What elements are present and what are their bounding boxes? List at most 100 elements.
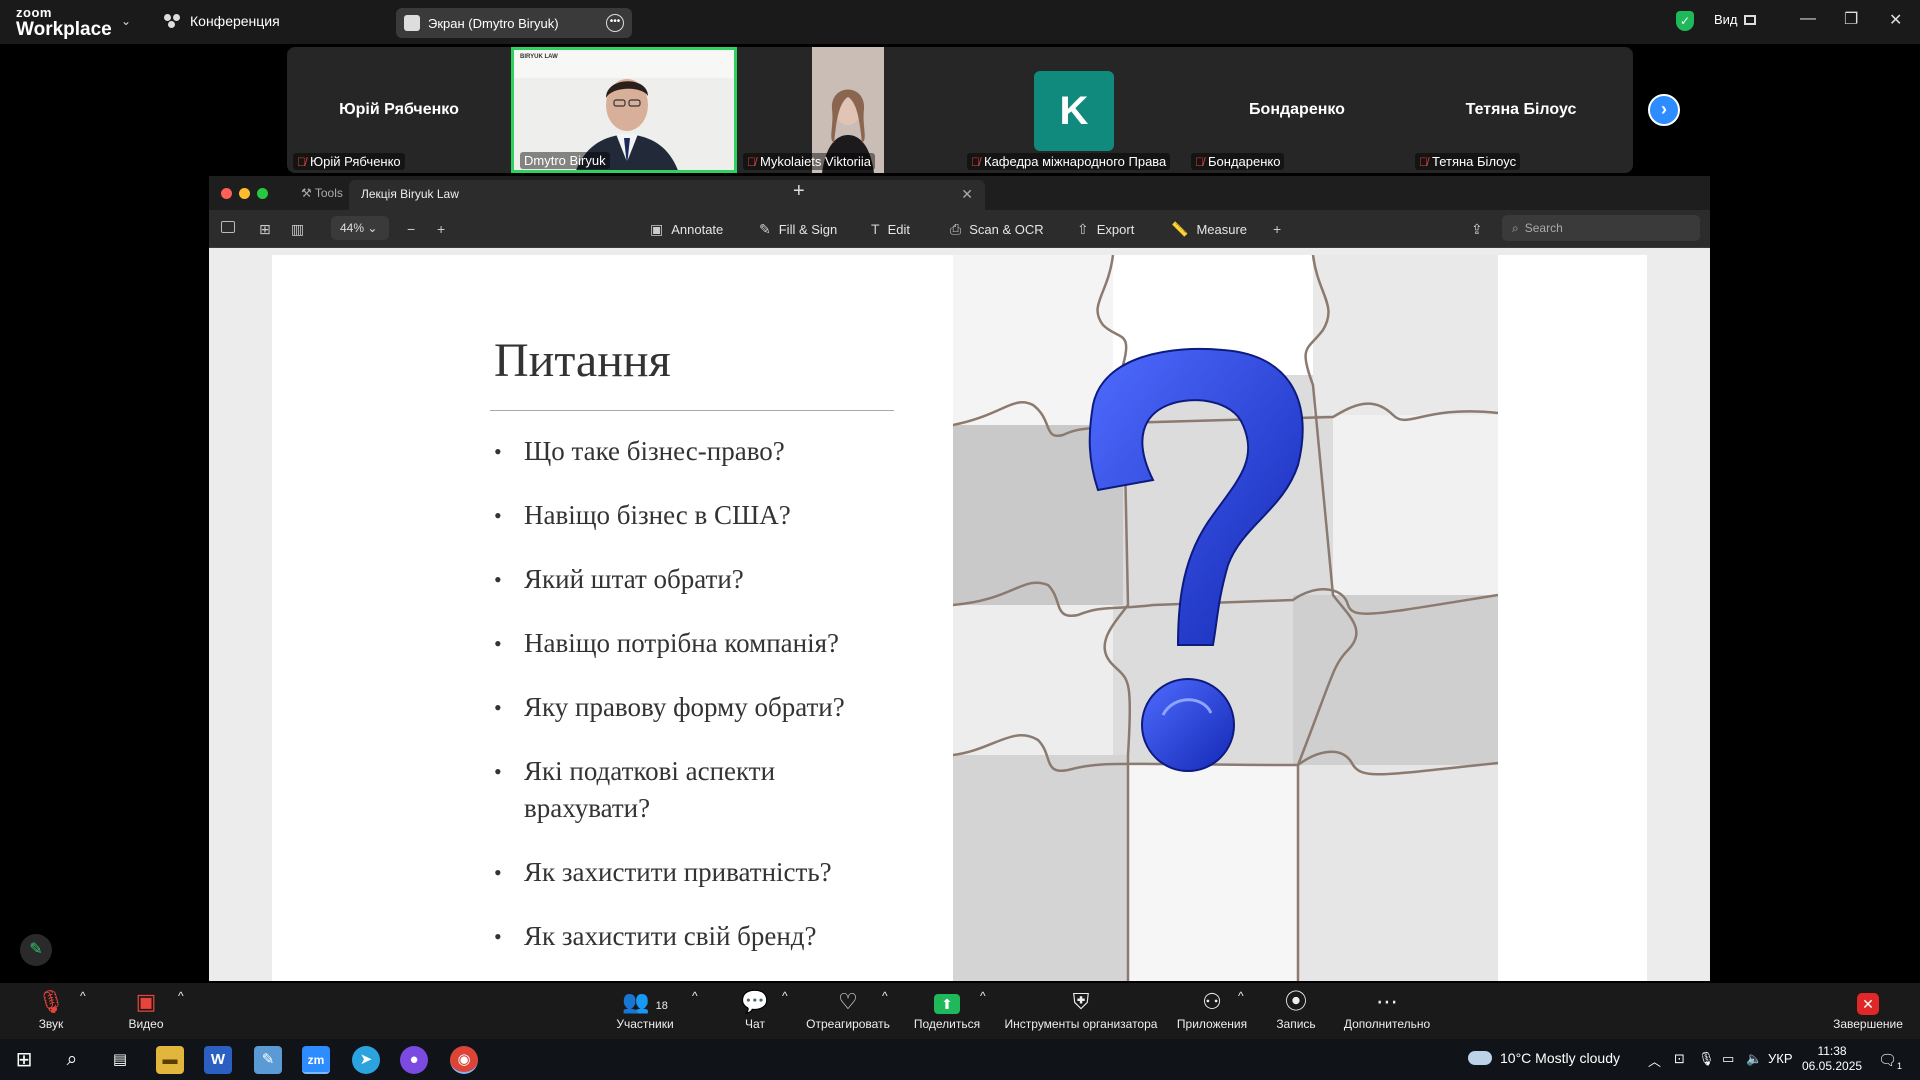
record-button[interactable]: ⦿ Запись (1272, 989, 1320, 1031)
search-icon[interactable]: ⌕ (58, 1046, 86, 1074)
clock-date: 06.05.2025 (1802, 1059, 1863, 1073)
tab-document[interactable]: Лекція Biryuk Law ✕ (349, 180, 985, 210)
presenter-avatar-icon (404, 15, 420, 31)
chat-label: Чат (745, 1017, 765, 1031)
close-tab-icon[interactable]: ✕ (961, 186, 973, 203)
encryption-shield-icon[interactable]: ✓ (1676, 11, 1694, 31)
annotate-button[interactable]: ▣ Annotate (650, 221, 723, 238)
windows-start-icon[interactable]: ⊞ (10, 1046, 38, 1074)
restore-icon[interactable]: ❐ (1844, 9, 1858, 29)
zoom-out-button[interactable]: − (407, 221, 415, 237)
page-view-icon[interactable]: ▥ (291, 221, 304, 238)
conference-menu[interactable]: Конференция (164, 13, 280, 29)
muted-mic-icon: 🎙 (37, 989, 65, 1014)
react-options-caret[interactable]: ^ (882, 989, 888, 1003)
logo-small-text: zoom (16, 5, 52, 20)
chat-options-caret[interactable]: ^ (782, 989, 788, 1003)
participant-tile[interactable]: Юрій Рябченко 🎙̸ Юрій Рябченко (287, 47, 511, 173)
app-drop-icon[interactable]: ● (400, 1046, 428, 1074)
muted-mic-icon: 🎙̸ (747, 154, 756, 169)
end-label: Завершение (1833, 1017, 1903, 1031)
volume-icon[interactable]: 🔈 (1746, 1051, 1762, 1067)
share-options-caret[interactable]: ^ (980, 989, 986, 1003)
tray-chevron-up-icon[interactable]: ︿ (1648, 1051, 1661, 1070)
word-icon[interactable]: W (204, 1046, 232, 1074)
participants-options-caret[interactable]: ^ (692, 989, 698, 1003)
zoom-workplace-logo[interactable]: zoom Workplace (16, 6, 112, 39)
zoom-meeting-controls: 🎙 Звук ^ ▣ Видео ^ 👥 18 Участники ^ 💬 Ча… (0, 983, 1920, 1039)
new-tab-button[interactable]: + (793, 180, 805, 203)
window-minimize-dot[interactable] (239, 188, 250, 199)
audio-button[interactable]: 🎙 Звук (36, 989, 66, 1031)
clock[interactable]: 11:38 06.05.2025 (1802, 1044, 1862, 1074)
participant-video-tile[interactable]: 🎙̸ Mykolaiets Viktoriia (737, 47, 961, 173)
muted-mic-icon: 🎙̸ (1195, 154, 1204, 169)
network-icon[interactable]: ▭ (1722, 1051, 1734, 1067)
measure-button[interactable]: 📏 Measure (1171, 221, 1247, 238)
scan-icon: ⎙ (950, 221, 962, 237)
chrome-icon[interactable]: ◉ (450, 1046, 478, 1074)
screen-share-indicator[interactable]: Экран (Dmytro Biryuk) ••• (396, 8, 632, 38)
more-button[interactable]: ⋯ Дополнительно (1342, 989, 1432, 1031)
end-meeting-button[interactable]: ✕ Завершение (1832, 989, 1904, 1031)
view-menu[interactable]: Вид (1714, 12, 1756, 27)
video-options-caret[interactable]: ^ (178, 989, 184, 1003)
window-zoom-dot[interactable] (257, 188, 268, 199)
fill-sign-button[interactable]: ✎ Fill & Sign (759, 221, 837, 238)
react-button[interactable]: ♡ Отреагировать (806, 989, 890, 1031)
participants-count: 18 (655, 1000, 668, 1012)
tray-mic-icon[interactable]: 🎙 (1698, 1051, 1715, 1067)
scan-ocr-button[interactable]: ⎙ Scan & OCR (950, 221, 1044, 238)
participant-tile[interactable]: Тетяна Білоус 🎙̸ Тетяна Білоус (1409, 47, 1633, 173)
edit-button[interactable]: T Edit (871, 221, 910, 237)
add-tool-button[interactable]: + (1273, 221, 1281, 237)
language-indicator[interactable]: УКР (1768, 1051, 1793, 1066)
edit-label: Edit (887, 221, 910, 237)
tab-tools[interactable]: ⚒ Tools (301, 186, 343, 200)
zoom-in-button[interactable]: + (437, 221, 445, 237)
notifications-icon[interactable]: 🗨1 (1878, 1051, 1902, 1071)
zoom-level-select[interactable]: 44% ⌄ (331, 216, 389, 240)
export-button[interactable]: ⇧ Export (1077, 221, 1134, 238)
task-view-icon[interactable]: ▤ (106, 1046, 134, 1074)
bullet-item: Які податкові аспекти врахувати? (494, 753, 874, 827)
host-tools-button[interactable]: ⛨ Инструменты организатора (1002, 989, 1160, 1031)
video-button[interactable]: ▣ Видео (128, 989, 164, 1031)
apps-label: Приложения (1176, 1017, 1248, 1031)
window-close-dot[interactable] (221, 188, 232, 199)
tray-meet-icon[interactable]: ⊡ (1674, 1051, 1685, 1067)
bullet-item: Як захистити приватність? (494, 854, 874, 891)
participant-tile[interactable]: Бондаренко 🎙̸ Бондаренко (1185, 47, 1409, 173)
zoom-app-icon[interactable]: zm (302, 1046, 330, 1074)
fill-sign-label: Fill & Sign (778, 222, 838, 237)
share-screen-button[interactable]: ⬆ Поделиться (912, 989, 982, 1031)
search-input[interactable]: ⌕ Search (1502, 215, 1700, 241)
participant-video-tile-active-speaker[interactable]: BIRYUK LAW Dmytro Biryuk (511, 47, 737, 173)
close-icon[interactable]: ✕ (1889, 10, 1902, 30)
scan-ocr-label: Scan & OCR (969, 222, 1044, 237)
muted-mic-icon: 🎙̸ (1419, 154, 1428, 169)
participant-avatar: K (1034, 71, 1114, 151)
thumbnails-icon[interactable]: ⊞ (259, 221, 271, 238)
bullet-item: Який штат обрати? (494, 561, 874, 598)
export-icon: ⇧ (1077, 221, 1089, 237)
app-notes-icon[interactable]: ✎ (254, 1046, 282, 1074)
more-options-icon[interactable]: ••• (606, 14, 624, 32)
file-explorer-icon[interactable]: ▬ (156, 1046, 184, 1074)
sidebar-toggle-icon[interactable] (221, 221, 235, 233)
telegram-icon[interactable]: ➤ (352, 1046, 380, 1074)
annotate-label: Annotate (671, 222, 724, 237)
chevron-down-icon[interactable]: ⌄ (121, 14, 131, 28)
annotation-pencil-button[interactable]: ✎ (20, 934, 52, 966)
participant-tile[interactable]: K 🎙̸ Кафедра міжнародного Права (961, 47, 1185, 173)
weather-widget[interactable]: 10°C Mostly cloudy (1468, 1050, 1620, 1066)
clock-time: 11:38 (1817, 1044, 1847, 1058)
participants-label: Участники (616, 1017, 674, 1031)
next-participants-button[interactable]: › (1648, 94, 1680, 126)
audio-options-caret[interactable]: ^ (80, 989, 86, 1003)
apps-options-caret[interactable]: ^ (1238, 989, 1244, 1003)
minimize-icon[interactable]: — (1800, 10, 1816, 28)
share-document-icon[interactable]: ⇪ (1471, 221, 1483, 238)
chat-button[interactable]: 💬 Чат (740, 989, 770, 1031)
participants-button[interactable]: 👥 18 Участники (614, 989, 676, 1031)
